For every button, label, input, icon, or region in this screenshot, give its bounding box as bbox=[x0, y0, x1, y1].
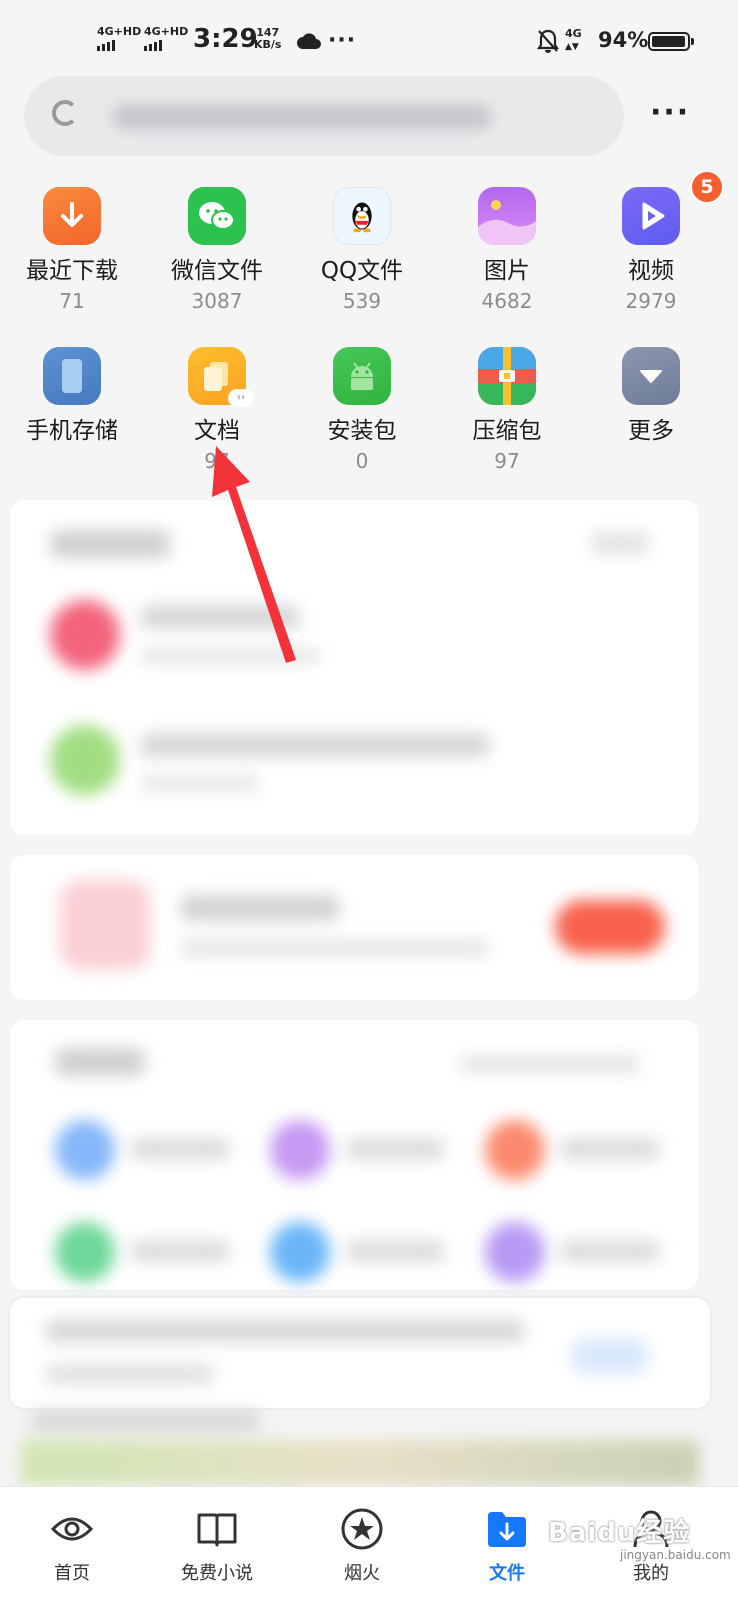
baidu-watermark: Baidu经验 bbox=[548, 1518, 691, 1548]
eye-icon bbox=[50, 1507, 94, 1551]
red-annotation-arrow bbox=[212, 446, 296, 663]
nav-label: 免费小说 bbox=[181, 1563, 253, 1584]
nav-label: 烟火 bbox=[344, 1563, 380, 1584]
nav-item-home[interactable]: 首页 bbox=[2, 1487, 142, 1601]
baidu-watermark-url: jingyan.baidu.com bbox=[620, 1548, 731, 1562]
nav-label: 我的 bbox=[633, 1563, 669, 1584]
firework-icon bbox=[340, 1507, 384, 1551]
nav-item-fireworks[interactable]: 烟火 bbox=[292, 1487, 432, 1601]
book-icon bbox=[195, 1507, 239, 1551]
nav-item-novels[interactable]: 免费小说 bbox=[147, 1487, 287, 1601]
folder-download-icon bbox=[485, 1507, 529, 1551]
nav-label: 文件 bbox=[489, 1563, 525, 1584]
nav-label: 首页 bbox=[54, 1563, 90, 1584]
